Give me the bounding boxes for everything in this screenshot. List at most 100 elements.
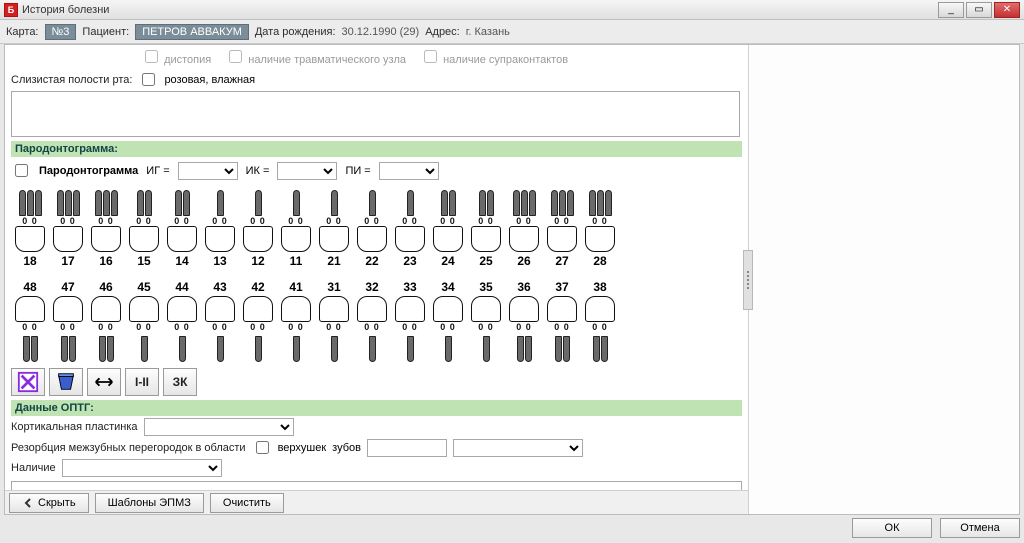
tooth-24[interactable]: 0 024	[431, 186, 465, 268]
splitter-handle[interactable]	[743, 250, 753, 310]
clear-button[interactable]: Очистить	[210, 493, 284, 513]
tooth-14[interactable]: 0 014	[165, 186, 199, 268]
tooth-26[interactable]: 0 026	[507, 186, 541, 268]
tooth-score: 0 0	[22, 216, 38, 226]
tooth-number: 17	[61, 254, 74, 268]
tooth-number: 45	[137, 280, 150, 294]
tooth-crown	[357, 226, 387, 252]
tooth-15[interactable]: 0 015	[127, 186, 161, 268]
tooth-17[interactable]: 0 017	[51, 186, 85, 268]
tooth-13[interactable]: 0 013	[203, 186, 237, 268]
tooth-35[interactable]: 350 0	[469, 278, 503, 362]
tooth-44[interactable]: 440 0	[165, 278, 199, 362]
tool-arrows-button[interactable]	[87, 368, 121, 396]
tooth-38[interactable]: 380 0	[583, 278, 617, 362]
tooth-score: 0 0	[174, 322, 190, 332]
ok-button[interactable]: ОК	[852, 518, 932, 538]
parodont-panel: Пародонтограмма ИГ = ИК = ПИ = 0 0180 01…	[11, 159, 742, 396]
tooth-number: 31	[327, 280, 340, 294]
maximize-button[interactable]: ▭	[966, 2, 992, 18]
tooth-crown	[585, 226, 615, 252]
tooth-crown	[395, 296, 425, 322]
tooth-33[interactable]: 330 0	[393, 278, 427, 362]
window-title: История болезни	[22, 4, 109, 16]
tool-bucket-button[interactable]	[49, 368, 83, 396]
tooth-score: 0 0	[592, 216, 608, 226]
zub-input[interactable]	[367, 439, 447, 457]
tooth-32[interactable]: 32 0 0	[355, 278, 389, 362]
tooth-45[interactable]: 45 0 0	[127, 278, 161, 362]
kortik-select[interactable]	[144, 418, 294, 436]
dystopia-checkbox[interactable]	[145, 50, 158, 63]
karta-value[interactable]: №3	[45, 24, 77, 40]
tooth-43[interactable]: 430 0	[203, 278, 237, 362]
tooth-27[interactable]: 0 027	[545, 186, 579, 268]
tooth-23[interactable]: 0 023	[393, 186, 427, 268]
tooth-score: 0 0	[22, 322, 38, 332]
tooth-score: 0 0	[592, 322, 608, 332]
tooth-42[interactable]: 420 0	[241, 278, 275, 362]
tooth-score: 0 0	[402, 216, 418, 226]
tooth-46[interactable]: 460 0	[89, 278, 123, 362]
tooth-11[interactable]: 0 011	[279, 186, 313, 268]
tooth-16[interactable]: 0 016	[89, 186, 123, 268]
tooth-number: 36	[517, 280, 530, 294]
tooth-score: 0 0	[364, 322, 380, 332]
trauma-node-checkbox[interactable]	[229, 50, 242, 63]
cancel-button[interactable]: Отмена	[940, 518, 1020, 538]
tool-zk-button[interactable]: ЗК	[163, 368, 197, 396]
tooth-root	[395, 332, 425, 362]
tooth-21[interactable]: 0 021	[317, 186, 351, 268]
parodont-enable-checkbox[interactable]	[15, 164, 28, 177]
tooth-crown	[53, 226, 83, 252]
pi-select[interactable]	[379, 162, 439, 180]
tooth-score: 0 0	[478, 322, 494, 332]
tooth-root	[319, 186, 349, 216]
tooth-crown	[509, 226, 539, 252]
mucosa-textarea[interactable]	[11, 91, 740, 137]
tooth-score: 0 0	[136, 322, 152, 332]
tooth-score: 0 0	[250, 216, 266, 226]
tool-x-button[interactable]	[11, 368, 45, 396]
supracontacts-checkbox[interactable]	[424, 50, 437, 63]
dob-value: 30.12.1990 (29)	[342, 26, 420, 38]
tooth-root	[471, 186, 501, 216]
tooth-root	[509, 186, 539, 216]
tooth-31[interactable]: 310 0	[317, 278, 351, 362]
patient-value[interactable]: ПЕТРОВ АВВАКУМ	[135, 24, 249, 40]
tooth-41[interactable]: 410 0	[279, 278, 313, 362]
close-button[interactable]: ✕	[994, 2, 1020, 18]
tooth-28[interactable]: 0 028	[583, 186, 617, 268]
tooth-crown	[319, 226, 349, 252]
tooth-37[interactable]: 370 0	[545, 278, 579, 362]
ik-select[interactable]	[277, 162, 337, 180]
tooth-root	[129, 332, 159, 362]
nalich-select[interactable]	[62, 459, 222, 477]
tooth-crown	[167, 226, 197, 252]
mucosa-checkbox[interactable]	[142, 73, 155, 86]
scroll-area[interactable]: дистопия наличие травматического узла на…	[5, 45, 748, 514]
tool-swap-button[interactable]: I-II	[125, 368, 159, 396]
ig-select[interactable]	[178, 162, 238, 180]
zub-select[interactable]	[453, 439, 583, 457]
supracontacts-label: наличие супраконтактов	[443, 54, 568, 66]
tooth-crown	[53, 296, 83, 322]
tooth-22[interactable]: 0 022	[355, 186, 389, 268]
tooth-number: 32	[365, 280, 378, 294]
hide-button[interactable]: Скрыть	[9, 493, 89, 513]
tooth-crown	[243, 296, 273, 322]
templates-button[interactable]: Шаблоны ЭПМЗ	[95, 493, 204, 513]
tooth-36[interactable]: 360 0	[507, 278, 541, 362]
tooth-number: 25	[479, 254, 492, 268]
tooth-47[interactable]: 470 0	[51, 278, 85, 362]
tooth-root	[91, 186, 121, 216]
parodont-section-header: Пародонтограмма:	[11, 141, 742, 157]
minimize-button[interactable]: _	[938, 2, 964, 18]
tooth-score: 0 0	[440, 322, 456, 332]
tooth-34[interactable]: 340 0	[431, 278, 465, 362]
tooth-48[interactable]: 480 0	[13, 278, 47, 362]
tooth-25[interactable]: 0 025	[469, 186, 503, 268]
verh-checkbox[interactable]	[256, 441, 269, 454]
tooth-12[interactable]: 0 012	[241, 186, 275, 268]
tooth-18[interactable]: 0 018	[13, 186, 47, 268]
